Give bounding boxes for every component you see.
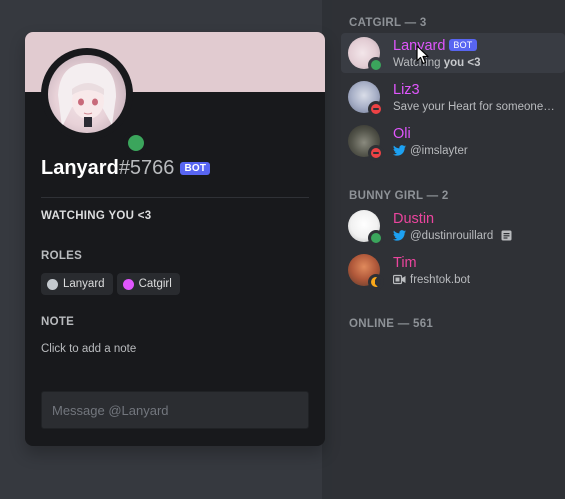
member-name: Liz3: [393, 82, 420, 98]
roles-list: Lanyard Catgirl: [41, 273, 180, 295]
status-idle-icon: [368, 274, 384, 290]
member-liz3[interactable]: Liz3 Save your Heart for someone c...: [341, 77, 565, 117]
user-profile-popout: Lanyard#5766 BOT WATCHING YOU <3 ROLES La…: [25, 32, 325, 446]
role-color-dot: [122, 278, 134, 290]
member-name: Tim: [393, 255, 417, 271]
group-header-bunny-girl: BUNNY GIRL — 2: [349, 190, 449, 202]
member-name: Oli: [393, 126, 411, 142]
profile-avatar[interactable]: [41, 48, 149, 156]
note-icon: [501, 230, 512, 241]
status-online-icon: [368, 57, 384, 73]
anime-avatar-icon: [58, 63, 116, 127]
bot-tag: BOT: [449, 39, 477, 51]
activity-text: freshtok.bot: [410, 274, 471, 286]
bot-tag: BOT: [180, 162, 211, 175]
member-name: Dustin: [393, 211, 435, 227]
member-activity: @dustinrouillard: [393, 230, 516, 242]
mouse-cursor-icon: [416, 45, 429, 65]
divider: [41, 197, 309, 198]
member-activity: Save your Heart for someone c...: [393, 101, 557, 113]
status-online-icon: [123, 130, 149, 156]
member-activity: Watching you <3: [393, 57, 480, 69]
group-header-online: ONLINE — 561: [349, 318, 434, 330]
activity-text: @dustinrouillard: [410, 230, 494, 242]
username: Lanyard: [41, 157, 119, 179]
member-oli[interactable]: Oli @imslayter: [341, 121, 565, 161]
member-dustin[interactable]: Dustin @dustinrouillard: [341, 206, 565, 246]
activity-detail: you <3: [443, 57, 481, 69]
message-input[interactable]: [41, 391, 309, 429]
role-name: Catgirl: [138, 278, 172, 290]
roles-title: ROLES: [41, 250, 83, 262]
role-catgirl[interactable]: Catgirl: [116, 273, 180, 295]
role-lanyard[interactable]: Lanyard: [41, 273, 113, 295]
member-activity: freshtok.bot: [393, 274, 470, 286]
video-icon: [393, 274, 406, 285]
avatar-image: [48, 55, 126, 133]
activity-text: @imslayter: [410, 145, 468, 157]
member-lanyard[interactable]: Lanyard BOT Watching you <3: [341, 33, 565, 73]
note-input[interactable]: Click to add a note: [41, 343, 136, 355]
group-header-catgirl: CATGIRL — 3: [349, 17, 427, 29]
status-dnd-icon: [368, 101, 384, 117]
discriminator: #5766: [118, 157, 175, 179]
role-color-dot: [47, 278, 58, 290]
twitter-icon: [393, 145, 406, 156]
status-dnd-icon: [368, 145, 384, 161]
profile-username: Lanyard#5766 BOT: [41, 157, 211, 180]
twitter-icon: [393, 230, 406, 241]
note-title: NOTE: [41, 316, 75, 328]
member-list: CATGIRL — 3 Lanyard BOT Watching you <3 L…: [332, 0, 565, 499]
member-activity: @imslayter: [393, 145, 468, 157]
status-online-icon: [368, 230, 384, 246]
role-name: Lanyard: [63, 278, 105, 290]
profile-activity: WATCHING YOU <3: [41, 210, 152, 222]
member-tim[interactable]: Tim freshtok.bot: [341, 250, 565, 290]
